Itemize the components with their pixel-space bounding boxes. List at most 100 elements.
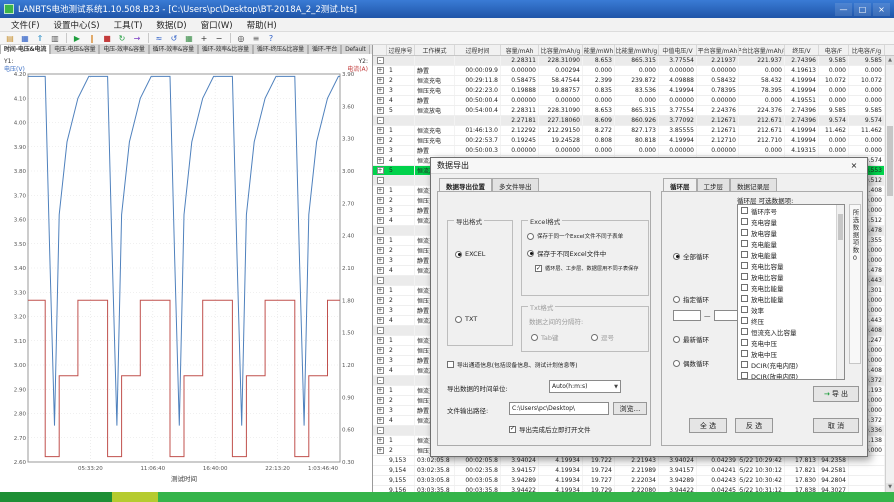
chart-tab[interactable]: 时间-电压&电流 [0,45,50,54]
row-expander[interactable]: - [373,176,387,185]
zoom-out-icon[interactable]: − [212,32,226,44]
cycle-option[interactable]: 最新循环 [673,334,709,344]
row-expander[interactable]: + [373,166,387,175]
row-expander[interactable]: + [373,186,387,195]
time-unit-combobox[interactable]: Auto(h:m:s) ▼ [549,380,621,393]
table-row[interactable]: +1静置00:00:09.90.000000.002940.0000.0000.… [373,66,885,76]
table-row[interactable]: +3恒压充电00:22:23.00.1988819.887570.83583.5… [373,86,885,96]
expand-icon[interactable]: + [377,357,384,364]
radio-excel-icon[interactable] [455,251,462,258]
expand-icon[interactable]: + [377,287,384,294]
row-expander[interactable]: + [373,216,387,225]
zoom-in-icon[interactable]: + [197,32,211,44]
cycle-option[interactable]: 指定循环 [673,294,709,304]
expand-icon[interactable]: + [377,257,384,264]
row-expander[interactable]: + [373,156,387,165]
expand-icon[interactable]: + [377,167,384,174]
row-expander[interactable]: + [373,266,387,275]
expand-icon[interactable]: + [377,447,384,454]
row-expander[interactable]: + [373,86,387,95]
menu-item[interactable]: 数据(D) [149,18,193,32]
dialog-title-bar[interactable]: 数据导出 × [431,158,867,174]
excel-diff-file-option[interactable]: 保存于不同Excel文件中 [527,248,606,258]
export-data-icon[interactable]: ⇑ [33,32,47,44]
list-item-checkbox-icon[interactable] [741,361,748,368]
list-item[interactable]: 放电容量 [738,227,844,238]
pause-test-icon[interactable]: ‖ [85,32,99,44]
maximize-button[interactable]: □ [854,3,871,16]
expand-icon[interactable]: + [377,387,384,394]
chart-tab[interactable]: 电压-电压&容量 [50,45,99,54]
jump-step-icon[interactable]: → [130,32,144,44]
chart-tab[interactable]: 电压-效率&容量 [99,45,148,54]
curve-view-icon[interactable]: ≈ [152,32,166,44]
row-expander[interactable]: + [373,396,387,405]
table-row[interactable]: 9,15603:03:35.800:03:35.83.944224.199341… [373,486,885,492]
expand-icon[interactable]: + [377,137,384,144]
expand-icon[interactable]: + [377,77,384,84]
list-item[interactable]: 充电中压 [738,337,844,348]
list-item-checkbox-icon[interactable] [741,350,748,357]
list-item-checkbox-icon[interactable] [741,295,748,302]
expand-icon[interactable]: + [377,247,384,254]
table-row[interactable]: +4静置00:50:00.40.000000.000000.0000.0000.… [373,96,885,106]
menu-item[interactable]: 设置中心(S) [47,18,107,32]
cycle-option[interactable]: 偶数循环 [673,358,709,368]
expand-icon[interactable]: + [377,297,384,304]
row-expander[interactable]: + [373,446,387,455]
table-row[interactable]: +1恒流充电01:46:13.02.12292212.291508.272827… [373,126,885,136]
scroll-down-icon[interactable]: ▼ [886,483,894,492]
settings-icon[interactable]: ≡ [249,32,263,44]
channel-info-option[interactable]: 导出通道信息(包括设备信息、测试计划信息等) [447,360,577,369]
row-expander[interactable]: + [373,256,387,265]
menu-item[interactable]: 工具(T) [107,18,150,32]
column-header[interactable]: 电容/F [819,45,849,55]
collapse-icon[interactable]: - [377,327,384,334]
list-item[interactable]: 恒流充入比容量 [738,326,844,337]
row-expander[interactable]: + [373,366,387,375]
row-expander[interactable]: + [373,346,387,355]
collapse-icon[interactable]: - [377,227,384,234]
column-header[interactable]: 平台容量/mAh [697,45,739,55]
expand-icon[interactable]: + [377,187,384,194]
column-header[interactable]: 比容量/mAh/g [539,45,583,55]
chart-tab[interactable]: Default [341,45,370,54]
column-header[interactable]: 比能量/mWh/g [615,45,659,55]
scroll-up-icon[interactable]: ▲ [886,56,894,65]
row-expander[interactable]: + [373,386,387,395]
txt-comma-option[interactable]: 逗号 [591,332,614,342]
expand-icon[interactable]: + [377,197,384,204]
open-file-icon[interactable]: ▤ [3,32,17,44]
column-header[interactable]: 中值电压/V [659,45,697,55]
cycle-range-start-input[interactable] [673,310,701,321]
collapse-icon[interactable]: - [377,377,384,384]
expand-icon[interactable]: + [377,317,384,324]
menu-item[interactable]: 文件(F) [4,18,47,32]
list-item[interactable]: 循环序号 [738,205,844,216]
open-after-option[interactable]: ✓ 导出完成后立即打开文件 [509,424,591,434]
print-icon[interactable]: ▥ [48,32,62,44]
list-item-checkbox-icon[interactable] [741,229,748,236]
table-row[interactable]: +2恒压充电00:22:53.70.1924519.245280.80880.8… [373,136,885,146]
row-expander[interactable]: + [373,106,387,115]
list-item-checkbox-icon[interactable] [741,207,748,214]
start-test-icon[interactable]: ▶ [70,32,84,44]
list-item-checkbox-icon[interactable] [741,262,748,269]
row-expander[interactable]: + [373,336,387,345]
collapse-icon[interactable]: - [377,277,384,284]
expand-icon[interactable]: + [377,157,384,164]
column-header[interactable]: 过程时间 [455,45,501,55]
chart-tab[interactable]: 循环-终压&比容量 [253,45,308,54]
table-row[interactable]: 9,15503:03:05.800:03:05.83.942894.199341… [373,476,885,486]
resume-test-icon[interactable]: ↻ [115,32,129,44]
vertical-scrollbar[interactable]: ▲ ▼ [885,56,894,492]
cycle-view-icon[interactable]: ↺ [167,32,181,44]
expand-icon[interactable]: + [377,107,384,114]
row-expander[interactable]: + [373,206,387,215]
excel-same-file-option[interactable]: 保存于同一个Excel文件不同子表单 [527,232,623,240]
list-item[interactable]: DCIR(放电内阻) [738,370,844,380]
expand-icon[interactable]: + [377,397,384,404]
radio-comma-icon[interactable] [591,334,598,341]
chart-tab[interactable]: 循环-效率&比容量 [198,45,253,54]
list-item-checkbox-icon[interactable] [741,317,748,324]
